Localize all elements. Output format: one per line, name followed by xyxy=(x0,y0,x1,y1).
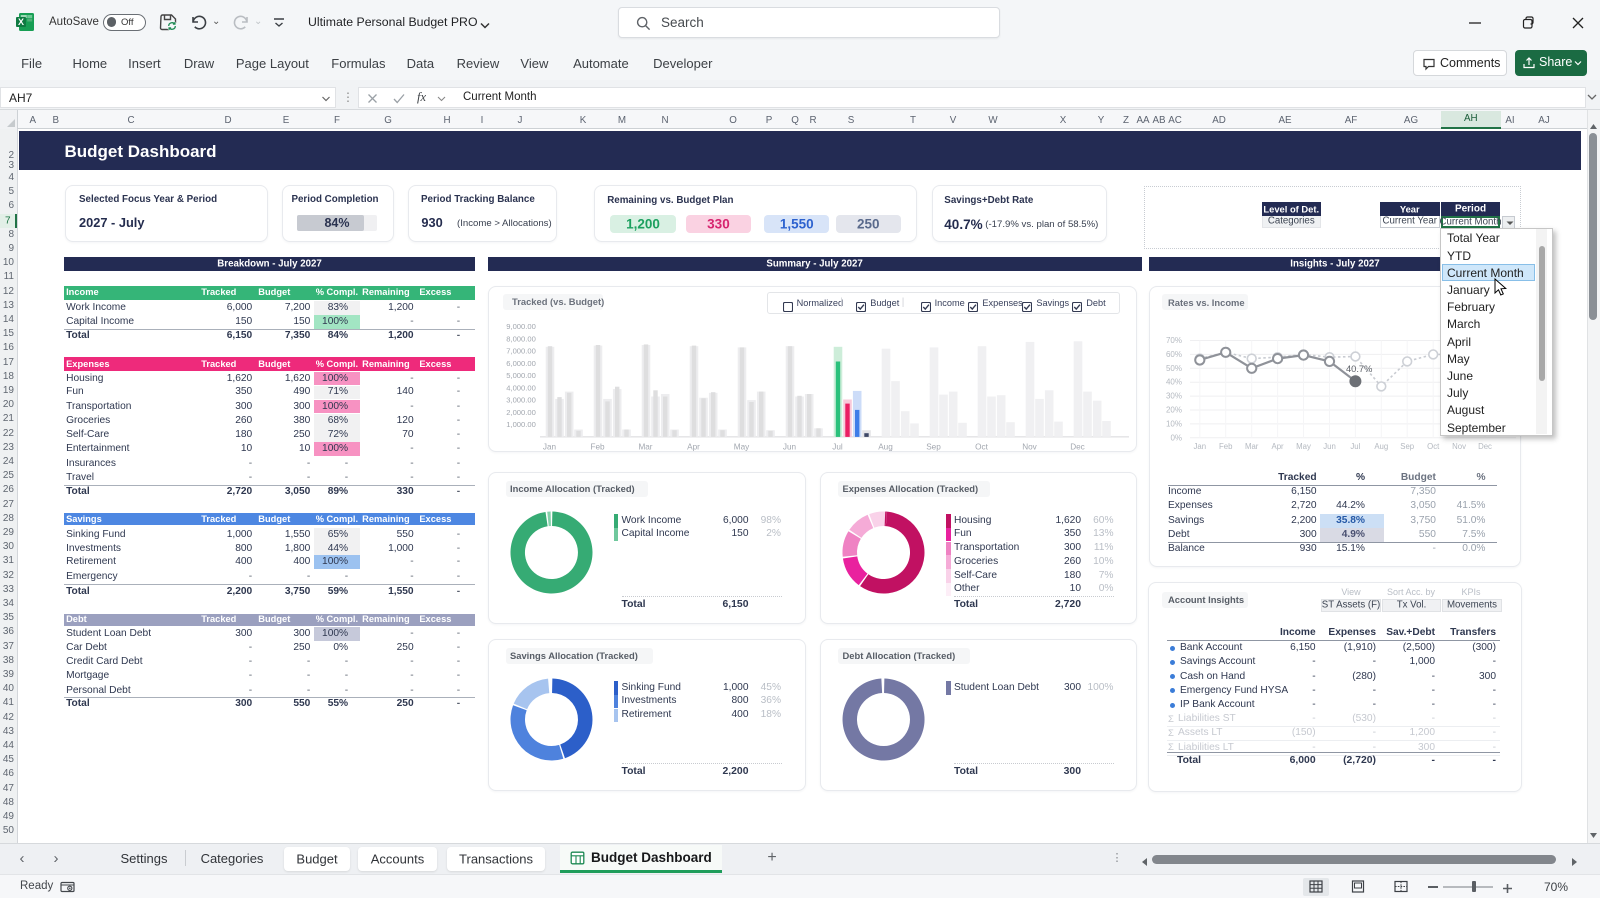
svg-text:70%: 70% xyxy=(1166,336,1182,345)
svg-text:Jan: Jan xyxy=(542,442,556,451)
svg-text:6,000.00: 6,000.00 xyxy=(506,359,536,368)
svg-text:0%: 0% xyxy=(1170,433,1182,442)
svg-text:Jun: Jun xyxy=(782,442,796,451)
svg-text:20%: 20% xyxy=(1166,406,1182,415)
svg-text:2,000.00: 2,000.00 xyxy=(506,408,536,417)
svg-text:3,000.00: 3,000.00 xyxy=(506,396,536,405)
svg-text:Mar: Mar xyxy=(638,442,652,451)
svg-text:30%: 30% xyxy=(1166,392,1182,401)
svg-text:Feb: Feb xyxy=(590,442,605,451)
svg-text:8,000.00: 8,000.00 xyxy=(506,334,536,343)
svg-text:May: May xyxy=(733,442,749,451)
svg-text:Aug: Aug xyxy=(1374,442,1388,451)
svg-text:Nov: Nov xyxy=(1452,442,1466,451)
svg-text:40%: 40% xyxy=(1166,378,1182,387)
svg-text:Sep: Sep xyxy=(926,442,941,451)
svg-text:Nov: Nov xyxy=(1022,442,1037,451)
svg-text:Jun: Jun xyxy=(1323,442,1336,451)
svg-text:Oct: Oct xyxy=(1427,442,1440,451)
svg-text:5,000.00: 5,000.00 xyxy=(506,371,536,380)
svg-text:Jan: Jan xyxy=(1194,442,1207,451)
svg-text:Dec: Dec xyxy=(1478,442,1492,451)
svg-text:Apr: Apr xyxy=(1272,442,1285,451)
svg-text:10%: 10% xyxy=(1166,419,1182,428)
svg-text:60%: 60% xyxy=(1166,350,1182,359)
svg-text:Mar: Mar xyxy=(1245,442,1259,451)
svg-text:Apr: Apr xyxy=(687,442,700,451)
svg-text:50%: 50% xyxy=(1166,364,1182,373)
svg-text:X: X xyxy=(18,17,24,27)
svg-text:Dec: Dec xyxy=(1070,442,1085,451)
svg-text:Aug: Aug xyxy=(878,442,893,451)
svg-text:40.7%: 40.7% xyxy=(1346,364,1372,374)
svg-text:May: May xyxy=(1296,442,1311,451)
svg-text:Oct: Oct xyxy=(975,442,988,451)
svg-text:9,000.00: 9,000.00 xyxy=(506,322,536,331)
svg-text:Jul: Jul xyxy=(1350,442,1360,451)
svg-text:Jul: Jul xyxy=(832,442,843,451)
svg-text:4,000.00: 4,000.00 xyxy=(506,383,536,392)
svg-text:Sep: Sep xyxy=(1400,442,1415,451)
svg-text:1,000.00: 1,000.00 xyxy=(506,420,536,429)
svg-text:Feb: Feb xyxy=(1219,442,1233,451)
svg-text:7,000.00: 7,000.00 xyxy=(506,347,536,356)
